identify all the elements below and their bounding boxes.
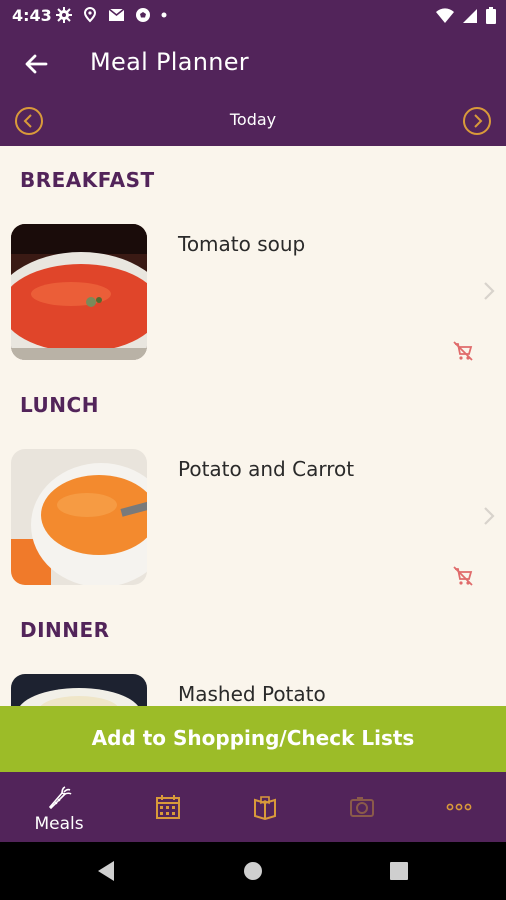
system-recents-icon[interactable] bbox=[390, 862, 408, 880]
dot-icon bbox=[161, 12, 167, 18]
app-bar: Meal Planner bbox=[0, 32, 506, 96]
add-to-shopping-list-button[interactable]: Add to Shopping/Check Lists bbox=[0, 706, 506, 772]
status-bar: 4:43 bbox=[0, 0, 506, 32]
system-back-icon[interactable] bbox=[96, 860, 116, 882]
carrot-icon bbox=[48, 786, 72, 810]
status-time: 4:43 bbox=[12, 6, 52, 25]
signal-icon bbox=[463, 8, 477, 23]
meal-name: Potato and Carrot bbox=[178, 457, 355, 481]
settings-icon bbox=[56, 7, 72, 23]
back-arrow-icon[interactable] bbox=[22, 50, 50, 78]
chevron-right-icon bbox=[484, 282, 495, 300]
nav-item-more[interactable] bbox=[408, 772, 506, 842]
meal-item-breakfast[interactable]: Tomato soup bbox=[0, 224, 506, 364]
nav-item-camera[interactable] bbox=[311, 772, 411, 842]
meal-name: Mashed Potato bbox=[178, 682, 326, 706]
nav-label-meals: Meals bbox=[34, 814, 84, 834]
soccer-ball-icon bbox=[136, 8, 150, 22]
camera-icon bbox=[350, 797, 374, 817]
battery-icon bbox=[486, 7, 496, 24]
system-navigation-bar bbox=[0, 842, 506, 900]
meal-list[interactable]: BREAKFAST Tomato soup LUNCH Potato and C… bbox=[0, 146, 506, 706]
meal-item-dinner[interactable]: Mashed Potato bbox=[0, 674, 506, 706]
mail-icon bbox=[108, 8, 125, 21]
meal-image-potato-carrot bbox=[11, 449, 147, 585]
chevron-right-icon bbox=[484, 507, 495, 525]
calendar-icon bbox=[156, 795, 180, 819]
location-icon bbox=[83, 7, 97, 23]
date-label: Today bbox=[229, 110, 277, 129]
section-title-dinner: DINNER bbox=[20, 618, 110, 642]
book-icon bbox=[254, 796, 276, 820]
remove-from-cart-icon[interactable] bbox=[452, 565, 474, 587]
meal-item-lunch[interactable]: Potato and Carrot bbox=[0, 449, 506, 589]
nav-item-meals[interactable]: Meals bbox=[9, 772, 109, 842]
next-day-button[interactable] bbox=[462, 106, 492, 136]
date-navigation: Today bbox=[0, 96, 506, 146]
page-title: Meal Planner bbox=[90, 48, 249, 76]
meal-image-tomato-soup bbox=[11, 224, 147, 360]
system-home-icon[interactable] bbox=[243, 861, 263, 881]
section-title-lunch: LUNCH bbox=[20, 393, 99, 417]
section-title-breakfast: BREAKFAST bbox=[20, 168, 155, 192]
meal-name: Tomato soup bbox=[178, 232, 306, 256]
remove-from-cart-icon[interactable] bbox=[452, 340, 474, 362]
nav-item-calendar[interactable] bbox=[117, 772, 217, 842]
meal-image-mashed-potato bbox=[11, 674, 147, 706]
nav-item-book[interactable] bbox=[214, 772, 314, 842]
bottom-navigation: Meals bbox=[0, 772, 506, 842]
add-to-shopping-list-label: Add to Shopping/Check Lists bbox=[91, 726, 415, 750]
wifi-icon bbox=[436, 7, 454, 23]
more-icon bbox=[446, 803, 472, 811]
